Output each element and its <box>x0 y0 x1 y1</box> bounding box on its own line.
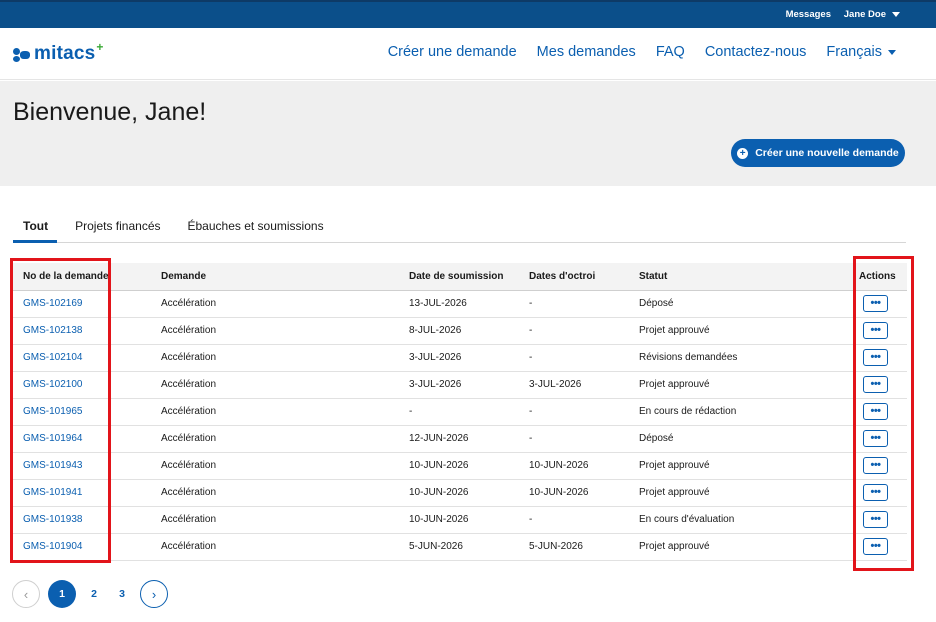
page-2-button[interactable]: 2 <box>84 580 104 608</box>
col-grant-dates[interactable]: Dates d'octroi <box>519 263 629 291</box>
grant-date-cell: 10-JUN-2026 <box>529 460 589 471</box>
prev-page-button[interactable]: ‹ <box>12 580 40 608</box>
nav-my-requests[interactable]: Mes demandes <box>537 44 636 60</box>
request-type-cell: Accélération <box>161 406 217 417</box>
next-page-button[interactable]: › <box>140 580 168 608</box>
mitacs-logo[interactable]: mitacs + <box>13 40 103 64</box>
status-cell: Projet approuvé <box>639 379 710 390</box>
col-request-type[interactable]: Demande <box>151 263 399 291</box>
logo-wordmark: mitacs <box>34 43 96 64</box>
submission-date-cell: - <box>409 406 413 417</box>
request-type-cell: Accélération <box>161 298 217 309</box>
tab-drafts-submissions[interactable]: Ébauches et soumissions <box>178 213 333 243</box>
nav-contact[interactable]: Contactez-nous <box>705 44 807 60</box>
grant-date-cell: - <box>529 514 533 525</box>
request-type-cell: Accélération <box>161 325 217 336</box>
submission-date-cell: 13-JUL-2026 <box>409 298 467 309</box>
table-row: GMS-101904 Accélération 5-JUN-2026 5-JUN-20… <box>13 533 907 560</box>
status-cell: En cours de rédaction <box>639 406 737 417</box>
page-title: Bienvenue, Jane! <box>13 98 207 126</box>
submission-date-cell: 10-JUN-2026 <box>409 514 469 525</box>
welcome-banner: Bienvenue, Jane! + Créer une nouvelle de… <box>0 81 936 186</box>
main-header: mitacs + Créer une demande Mes demandes … <box>0 28 936 80</box>
request-type-cell: Accélération <box>161 352 217 363</box>
status-cell: En cours d'évaluation <box>639 514 735 525</box>
grant-date-cell: 5-JUN-2026 <box>529 541 583 552</box>
main-nav: Créer une demande Mes demandes FAQ Conta… <box>388 44 896 60</box>
grant-date-cell: - <box>529 298 533 309</box>
table-row: GMS-101938 Accélération 10-JUN-2026- En cou… <box>13 506 907 533</box>
submission-date-cell: 3-JUL-2026 <box>409 352 462 363</box>
table-row: GMS-101943 Accélération 10-JUN-2026 10-JUN-… <box>13 452 907 479</box>
status-cell: Projet approuvé <box>639 460 710 471</box>
request-type-cell: Accélération <box>161 487 217 498</box>
plus-circle-icon: + <box>737 147 749 159</box>
page-1-button[interactable]: 1 <box>48 580 76 608</box>
requests-table: No de la demande Demande Date de soumiss… <box>13 263 907 561</box>
table-row: GMS-102104 Accélération 3-JUL-2026- Révisio… <box>13 344 907 371</box>
utility-bar: Messages Jane Doe <box>0 0 936 28</box>
highlight-actions-column <box>853 256 914 571</box>
request-type-cell: Accélération <box>161 541 217 552</box>
language-label: Français <box>826 44 882 60</box>
submission-date-cell: 3-JUL-2026 <box>409 379 462 390</box>
table-row: GMS-102169 Accélération 13-JUL-2026- Déposé… <box>13 290 907 317</box>
pagination: ‹ 1 2 3 › <box>12 580 168 608</box>
status-cell: Projet approuvé <box>639 541 710 552</box>
logo-plus: + <box>96 40 104 54</box>
new-request-label: Créer une nouvelle demande <box>755 147 899 159</box>
request-type-cell: Accélération <box>161 433 217 444</box>
page-3-button[interactable]: 3 <box>112 580 132 608</box>
grant-date-cell: - <box>529 325 533 336</box>
highlight-request-number-column <box>10 258 111 563</box>
logo-mark-icon <box>13 48 31 62</box>
table-row: GMS-101941 Accélération 10-JUN-2026 10-JUN-… <box>13 479 907 506</box>
tab-all[interactable]: Tout <box>13 213 58 243</box>
request-type-cell: Accélération <box>161 379 217 390</box>
status-cell: Déposé <box>639 433 674 444</box>
status-cell: Projet approuvé <box>639 487 710 498</box>
grant-date-cell: 3-JUL-2026 <box>529 379 582 390</box>
status-cell: Révisions demandées <box>639 352 738 363</box>
grant-date-cell: 10-JUN-2026 <box>529 487 589 498</box>
submission-date-cell: 5-JUN-2026 <box>409 541 463 552</box>
chevron-down-icon <box>892 12 900 17</box>
user-name: Jane Doe <box>843 9 886 20</box>
user-menu[interactable]: Jane Doe <box>844 9 900 20</box>
new-request-button[interactable]: + Créer une nouvelle demande <box>731 139 905 167</box>
nav-language[interactable]: Français <box>826 44 896 60</box>
table-row: GMS-102138 Accélération 8-JUL-2026- Projet … <box>13 317 907 344</box>
nav-faq[interactable]: FAQ <box>656 44 685 60</box>
table-header-row: No de la demande Demande Date de soumiss… <box>13 263 907 291</box>
submission-date-cell: 8-JUL-2026 <box>409 325 462 336</box>
chevron-down-icon <box>888 49 896 55</box>
table-row: GMS-102100 Accélération 3-JUL-2026 3-JUL-20… <box>13 371 907 398</box>
status-cell: Déposé <box>639 298 674 309</box>
table-row: GMS-101965 Accélération - - En cours de réda… <box>13 398 907 425</box>
nav-create-request[interactable]: Créer une demande <box>388 44 517 60</box>
submission-date-cell: 10-JUN-2026 <box>409 460 469 471</box>
request-tabs: Tout Projets financés Ébauches et soumis… <box>13 213 906 243</box>
submission-date-cell: 10-JUN-2026 <box>409 487 469 498</box>
grant-date-cell: - <box>529 433 533 444</box>
submission-date-cell: 12-JUN-2026 <box>409 433 469 444</box>
request-type-cell: Accélération <box>161 514 217 525</box>
tab-funded-projects[interactable]: Projets financés <box>65 213 169 243</box>
request-type-cell: Accélération <box>161 460 217 471</box>
col-status[interactable]: Statut <box>629 263 849 291</box>
status-cell: Projet approuvé <box>639 325 710 336</box>
grant-date-cell: - <box>529 352 533 363</box>
grant-date-cell: - <box>529 406 533 417</box>
col-submission-date[interactable]: Date de soumission <box>399 263 519 291</box>
table-row: GMS-101964 Accélération 12-JUN-2026- Déposé… <box>13 425 907 452</box>
table-body: GMS-102169 Accélération 13-JUL-2026- Déposé… <box>13 290 907 560</box>
messages-link[interactable]: Messages <box>786 9 831 20</box>
